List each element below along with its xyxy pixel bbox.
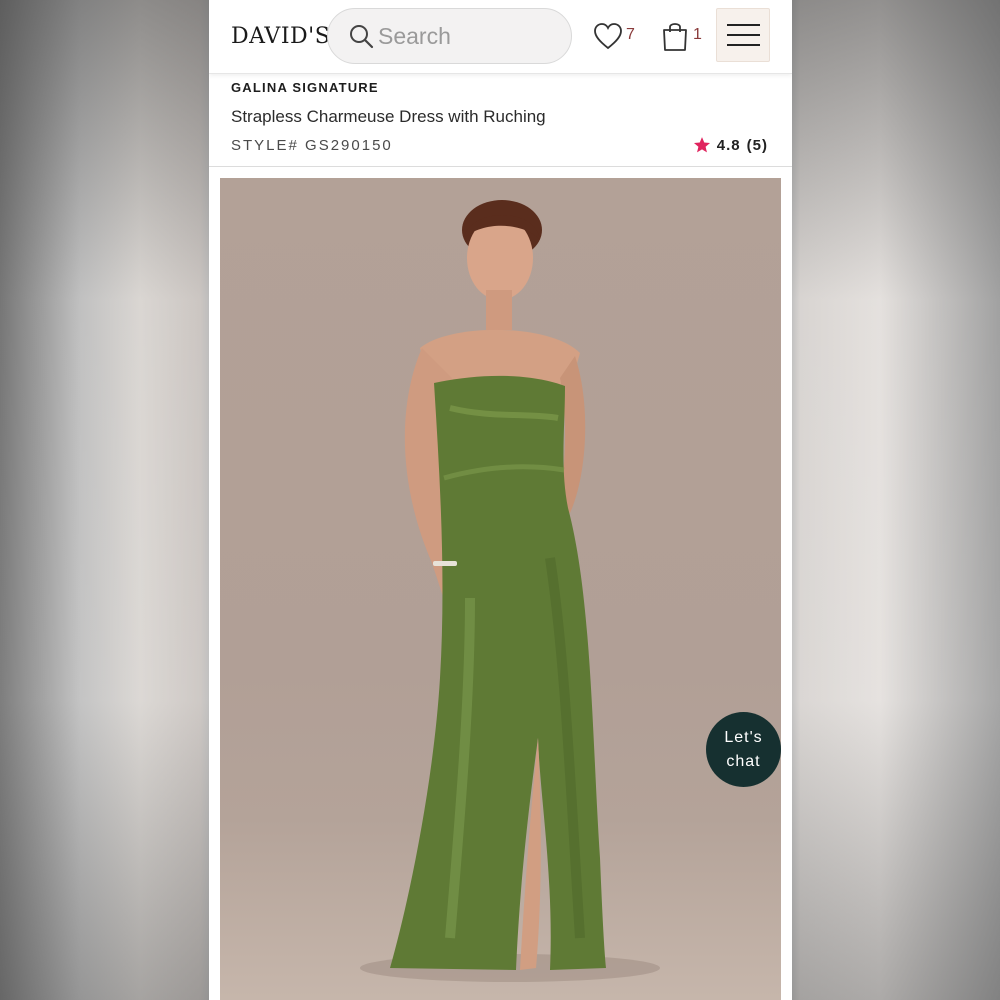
star-icon <box>693 137 710 153</box>
wishlist-count: 7 <box>626 26 635 43</box>
top-navigation-bar: DAVID'S Search 7 1 <box>209 0 792 74</box>
product-brand[interactable]: GALINA SIGNATURE <box>231 80 379 95</box>
product-image[interactable]: Let's chat <box>220 178 781 1000</box>
bag-icon[interactable] <box>661 20 689 52</box>
rating-value: 4.8 <box>716 136 741 154</box>
chat-label-line1: Let's <box>724 728 763 746</box>
hamburger-menu-button[interactable] <box>716 8 770 62</box>
cart-count: 1 <box>693 26 702 43</box>
davids-logo[interactable]: DAVID'S <box>231 24 330 49</box>
style-number: STYLE# GS290150 <box>231 137 393 154</box>
model-in-green-dress-illustration <box>360 200 660 982</box>
hamburger-line <box>727 34 760 36</box>
product-rating[interactable]: 4.8 (5) <box>693 136 768 154</box>
heart-icon[interactable] <box>593 22 623 52</box>
review-count: (5) <box>746 136 768 154</box>
hamburger-menu-icon <box>727 24 760 26</box>
search-placeholder: Search <box>378 23 451 49</box>
search-input[interactable]: Search <box>327 8 572 64</box>
mobile-viewport: DAVID'S Search 7 1 GALINA SIGNATURE Stra… <box>209 0 792 1000</box>
product-title: Strapless Charmeuse Dress with Ruching <box>231 107 546 126</box>
header-divider <box>209 166 792 167</box>
chat-label-line2: chat <box>726 752 761 770</box>
search-icon <box>350 25 374 49</box>
hamburger-line <box>727 44 760 46</box>
lets-chat-button[interactable]: Let's chat <box>706 712 781 787</box>
